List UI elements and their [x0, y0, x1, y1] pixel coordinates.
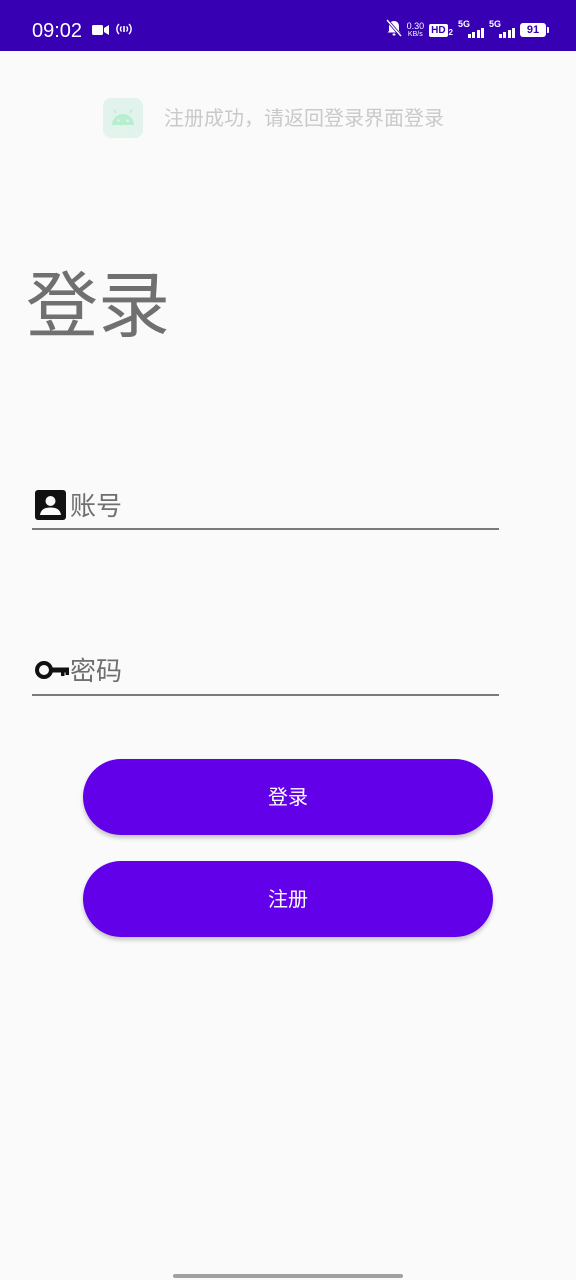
- signal-1-icon: 5G: [458, 20, 484, 40]
- password-placeholder: 密码: [70, 657, 123, 687]
- account-field[interactable]: 账号: [32, 484, 499, 530]
- status-left-icons: [92, 21, 133, 40]
- register-button[interactable]: 注册: [83, 861, 493, 937]
- battery-level: 91: [526, 24, 540, 36]
- bell-off-icon: [385, 19, 402, 41]
- account-placeholder: 账号: [70, 492, 123, 522]
- hd-label: HD: [429, 23, 448, 37]
- hd-sub: 2: [448, 27, 453, 37]
- status-bar: 09:02 0.30 KB/s HD 2 5G 5G 91: [0, 0, 576, 51]
- toast-message: 注册成功，请返回登录界面登录: [103, 98, 444, 138]
- battery-icon: 91: [520, 23, 549, 37]
- login-button[interactable]: 登录: [83, 759, 493, 835]
- key-icon: [35, 660, 69, 684]
- network-speed-value: 0.30: [406, 20, 425, 31]
- status-time: 09:02: [32, 20, 83, 42]
- toast-text: 注册成功，请返回登录界面登录: [164, 106, 444, 130]
- network-speed: 0.30 KB/s: [406, 20, 425, 39]
- status-right-icons: 0.30 KB/s HD 2 5G 5G 91: [385, 19, 549, 41]
- signal-2-icon: 5G: [489, 20, 515, 40]
- network-speed-unit: KB/s: [407, 30, 423, 38]
- hd-voice-indicator: HD 2: [429, 23, 453, 37]
- page-title: 登录: [26, 264, 171, 348]
- video-camera-icon: [92, 21, 109, 40]
- hotspot-icon: [115, 21, 133, 40]
- password-field[interactable]: 密码: [32, 650, 499, 696]
- android-icon: [103, 98, 143, 138]
- home-indicator[interactable]: [173, 1274, 403, 1278]
- account-box-icon: [35, 490, 66, 524]
